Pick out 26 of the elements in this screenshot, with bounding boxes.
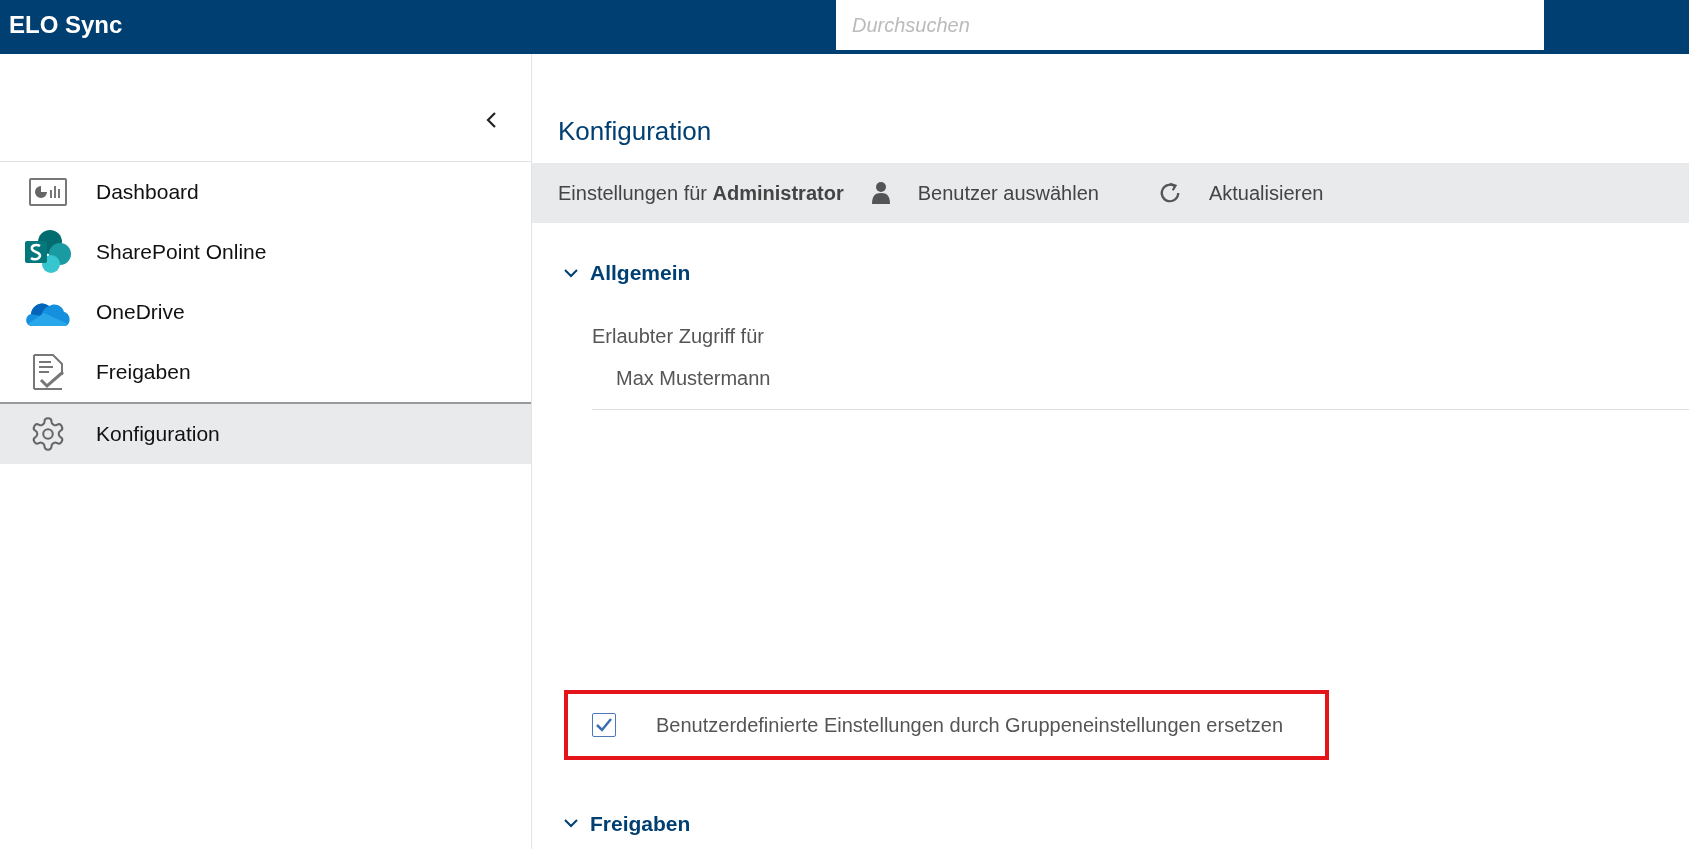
section-header[interactable]: Allgemein (564, 249, 691, 297)
document-check-icon (31, 353, 65, 391)
checkmark-icon (595, 716, 613, 733)
dashboard-icon (29, 178, 67, 206)
chevron-down-icon (564, 267, 578, 278)
user-icon (871, 182, 890, 204)
field-label: Erlaubter Zugriff für (592, 323, 764, 349)
refresh-icon (1158, 182, 1181, 204)
settings-for-text: Einstellungen für Administrator (558, 181, 844, 206)
chevron-left-icon (485, 110, 497, 129)
sidebar-item[interactable]: SharePoint Online (0, 222, 531, 282)
checkbox[interactable] (592, 712, 616, 737)
user-entry: Max Mustermann (615, 365, 771, 391)
toolbar-button[interactable]: Benutzer auswählen (871, 178, 1099, 208)
section-header[interactable]: Freigaben (564, 799, 691, 847)
app-title: ELO Sync (8, 10, 124, 40)
page-title: Konfiguration (557, 115, 712, 148)
search-field[interactable]: Durchsuchen (836, 0, 1544, 50)
toolbar-button[interactable]: Aktualisieren (1158, 178, 1324, 208)
sidebar-item[interactable]: OneDrive (0, 282, 531, 342)
sidebar-item[interactable]: Dashboard (0, 162, 531, 222)
checkbox-label: Benutzerdefinierte Einstellungen durch Gruppeneinstellungen ersetzen (656, 712, 1284, 738)
sharepoint-icon (24, 229, 72, 275)
chevron-down-icon (564, 818, 578, 829)
sidebar-item[interactable]: Konfiguration (0, 402, 531, 464)
sidebar-item[interactable]: Freigaben (0, 342, 531, 402)
